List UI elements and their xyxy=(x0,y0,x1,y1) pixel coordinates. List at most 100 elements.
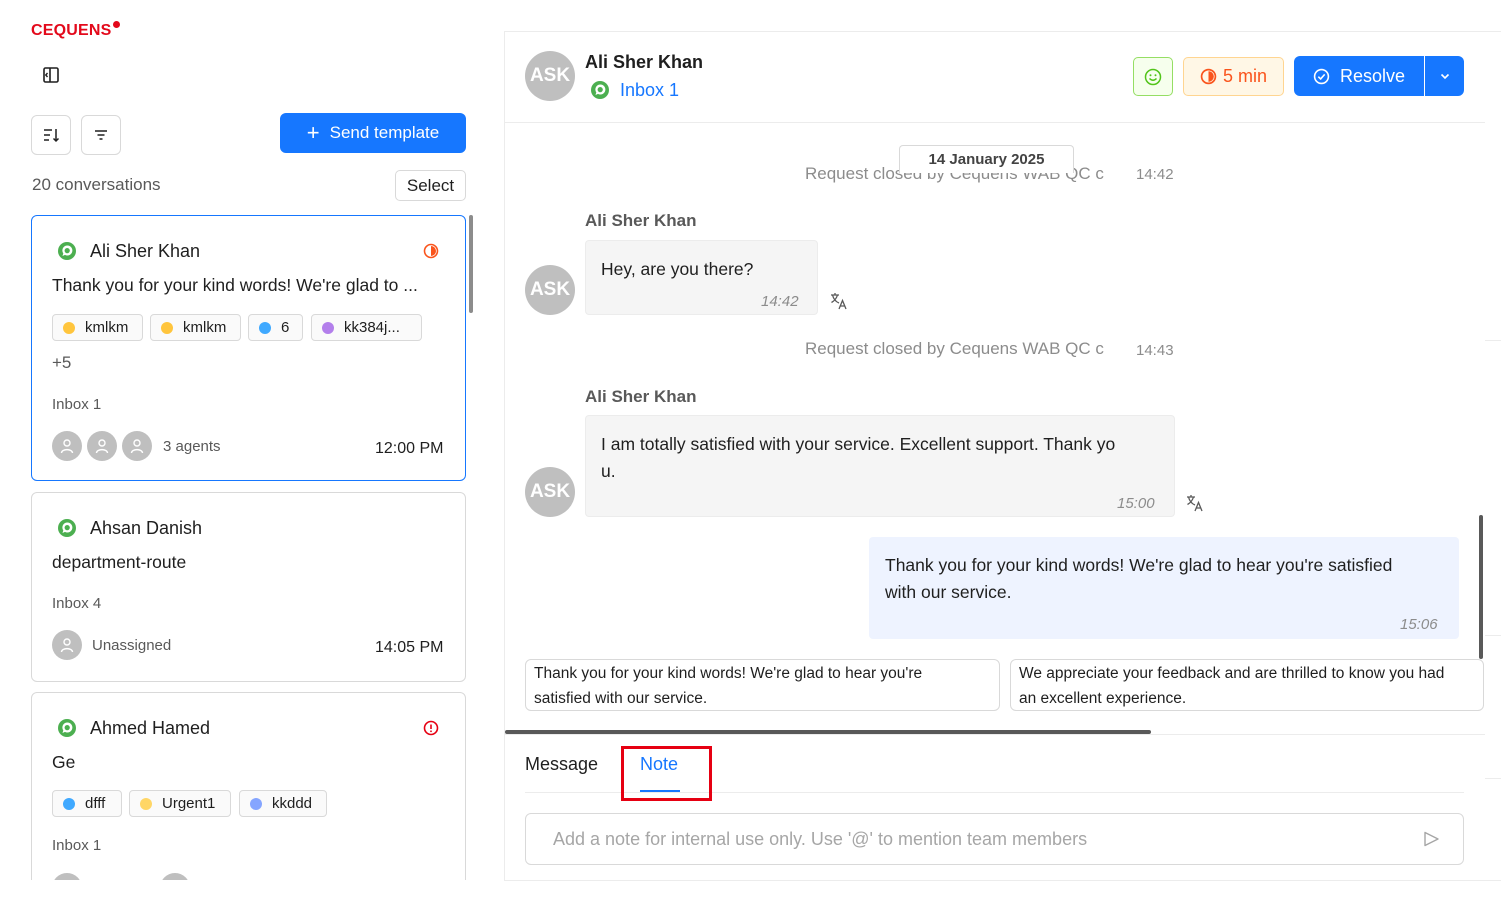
note-input-wrapper xyxy=(525,813,1464,865)
suggested-reply-text: Thank you for your kind words! We're gla… xyxy=(534,665,923,682)
agent-avatar xyxy=(122,431,152,461)
header-divider xyxy=(505,122,1485,123)
send-icon[interactable] xyxy=(1422,830,1440,848)
highlight-box xyxy=(621,746,712,801)
plus-icon: + xyxy=(306,120,320,145)
system-message-time: 14:42 xyxy=(1136,166,1174,183)
last-message: Thank you for your kind words! We're gla… xyxy=(52,275,418,295)
conversation-list[interactable]: Ali Sher Khan Thank you for your kind wo… xyxy=(31,214,467,880)
sort-descending-icon xyxy=(44,129,60,143)
tag: kmlkm xyxy=(52,314,143,341)
edge-divider xyxy=(1485,635,1501,636)
message-time: 15:06 xyxy=(1400,616,1438,633)
agent-avatar xyxy=(52,873,82,880)
list-scrollbar[interactable] xyxy=(469,215,473,313)
message-text: Hey, are you there? xyxy=(601,259,754,279)
messages-scrollbar[interactable] xyxy=(1479,515,1483,659)
last-message: department-route xyxy=(52,552,187,572)
brand-logo: CEQUENS xyxy=(31,21,120,40)
whatsapp-icon xyxy=(58,519,76,537)
edge-divider xyxy=(1485,340,1501,341)
user-icon xyxy=(95,439,109,454)
incoming-message: I am totally satisfied with your service… xyxy=(585,415,1175,517)
contact-name: Ali Sher Khan xyxy=(90,241,201,261)
send-template-button[interactable]: + Send template xyxy=(280,113,466,153)
resolve-options-button[interactable] xyxy=(1425,56,1464,96)
chat-inbox-link[interactable]: Inbox 1 xyxy=(620,80,679,101)
agent-avatar xyxy=(160,873,190,880)
conversation-card[interactable]: Ali Sher Khan Thank you for your kind wo… xyxy=(31,215,466,481)
translate-icon[interactable] xyxy=(829,291,849,311)
inbox-label: Inbox 1 xyxy=(52,396,102,413)
suggested-reply-text: satisfied with our service. xyxy=(534,690,708,707)
contact-avatar: ASK xyxy=(525,265,575,315)
tag: dfff xyxy=(52,790,122,817)
last-message: Ge xyxy=(52,752,76,772)
system-message-time: 14:43 xyxy=(1136,342,1174,359)
agents-count: 3 agents xyxy=(163,438,221,455)
select-button[interactable]: Select xyxy=(395,170,466,201)
conversation-card[interactable]: Ahmed Hamed Ge dfff Urgent1 kkddd Inbox … xyxy=(31,692,466,880)
filter-button[interactable] xyxy=(81,115,121,155)
half-circle-timer-icon xyxy=(1200,68,1217,85)
whatsapp-icon xyxy=(58,719,76,737)
message-text: u. xyxy=(601,461,616,481)
user-icon xyxy=(60,439,74,454)
filter-icon xyxy=(95,130,107,140)
tag: Urgent1 xyxy=(129,790,231,817)
sla-timer-badge: 5 min xyxy=(1183,57,1284,96)
message-text: Thank you for your kind words! We're gla… xyxy=(885,555,1393,575)
suggested-reply-text: an excellent experience. xyxy=(1019,690,1187,707)
tab-message[interactable]: Message xyxy=(525,754,598,775)
check-circle-icon xyxy=(1313,68,1330,84)
sort-button[interactable] xyxy=(31,115,71,155)
contact-avatar: ASK xyxy=(525,51,575,101)
user-icon xyxy=(130,439,144,454)
message-text: with our service. xyxy=(885,582,1012,602)
resolve-button[interactable]: Resolve xyxy=(1294,56,1424,96)
system-message: Request closed by Cequens WAB QC c xyxy=(805,339,1104,358)
suggested-reply-text: We appreciate your feedback and are thri… xyxy=(1019,665,1445,682)
conversation-count: 20 conversations xyxy=(32,175,161,194)
tag: kmlkm xyxy=(150,314,241,341)
half-circle-timer-icon xyxy=(423,243,439,259)
smile-icon xyxy=(1144,68,1162,85)
incoming-message: Hey, are you there? 14:42 xyxy=(585,240,818,315)
conversation-card[interactable]: Ahsan Danish department-route Inbox 4 Un… xyxy=(31,492,466,682)
message-time: 14:42 xyxy=(761,293,799,310)
tag: 6 xyxy=(248,314,303,341)
agents-count: Unassigned xyxy=(92,637,172,654)
suggested-reply[interactable]: Thank you for your kind words! We're gla… xyxy=(525,659,1000,711)
agent-avatar xyxy=(52,630,82,660)
whatsapp-icon xyxy=(591,81,609,99)
satisfaction-button[interactable] xyxy=(1133,57,1173,96)
conversation-time: 14:05 PM xyxy=(375,639,444,656)
sidebar-toggle-icon[interactable] xyxy=(42,66,60,84)
translate-icon[interactable] xyxy=(1185,493,1205,513)
user-icon xyxy=(60,638,74,653)
chevron-down-icon xyxy=(1440,73,1449,80)
note-input[interactable] xyxy=(553,828,1403,850)
contact-avatar: ASK xyxy=(525,467,575,517)
conversation-time: 12:00 PM xyxy=(375,440,444,457)
date-separator: 14 January 2025 xyxy=(899,145,1074,173)
message-time: 15:00 xyxy=(1117,495,1155,512)
suggested-reply[interactable]: We appreciate your feedback and are thri… xyxy=(1010,659,1484,711)
inbox-label: Inbox 1 xyxy=(52,837,102,854)
composer-divider xyxy=(505,734,1485,735)
alert-circle-icon xyxy=(423,720,439,736)
agent-avatar xyxy=(52,431,82,461)
more-tags[interactable]: +5 xyxy=(52,353,71,373)
contact-name: Ahsan Danish xyxy=(90,518,203,538)
tag: kk384j... xyxy=(311,314,422,341)
tag: kkddd xyxy=(239,790,327,817)
contact-name: Ahmed Hamed xyxy=(90,718,211,738)
inbox-label: Inbox 4 xyxy=(52,595,102,612)
whatsapp-icon xyxy=(58,242,76,260)
edge-divider xyxy=(1485,778,1501,779)
chat-contact-name: Ali Sher Khan xyxy=(585,52,704,72)
agent-avatar xyxy=(87,431,117,461)
message-text: I am totally satisfied with your service… xyxy=(601,434,1116,454)
outgoing-message: Thank you for your kind words! We're gla… xyxy=(869,537,1459,639)
message-sender: Ali Sher Khan xyxy=(585,387,697,406)
